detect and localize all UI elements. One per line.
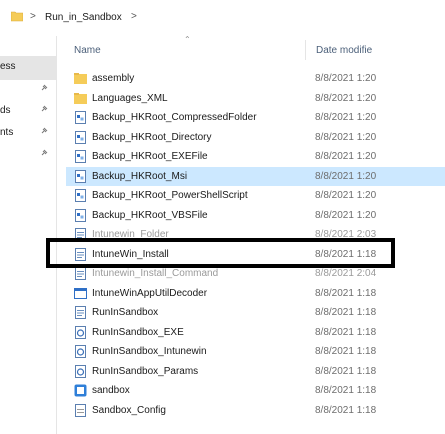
registry-file-icon — [75, 169, 86, 183]
file-date-modified: 8/8/2021 1:20 — [315, 131, 377, 143]
file-row[interactable]: Backup_HKRoot_PowerShellScript 8/8/2021 1… — [66, 186, 445, 205]
pin-icon — [41, 149, 48, 156]
pin-icon — [41, 105, 48, 112]
breadcrumb-run-in-sandbox[interactable]: Run_in_Sandbox — [45, 12, 122, 23]
nav-item-quick-access[interactable]: ess — [0, 61, 16, 72]
nav-item-downloads[interactable]: ds — [0, 105, 11, 116]
file-date-modified: 8/8/2021 1:18 — [315, 385, 377, 396]
file-date-modified: 8/8/2021 1:20 — [315, 209, 377, 221]
registry-file-icon — [75, 150, 86, 163]
file-date-modified: 8/8/2021 1:18 — [315, 346, 377, 357]
pin-icon — [41, 127, 48, 134]
file-date-modified: 8/8/2021 1:20 — [315, 92, 377, 104]
file-row[interactable]: Backup_HKRoot_VBSFile 8/8/2021 1:20 — [66, 206, 445, 225]
file-name: sandbox — [92, 385, 130, 396]
registry-file-icon — [75, 208, 86, 222]
file-row[interactable]: IntuneWinAppUtilDecoder 8/8/2021 1:18 — [66, 284, 445, 303]
file-name: Backup_HKRoot_EXEFile — [92, 151, 208, 162]
script-file-icon — [75, 267, 86, 280]
file-row[interactable]: RunInSandbox_Params 8/8/2021 1:18 — [66, 362, 445, 381]
file-name: Backup_HKRoot_PowerShellScript — [92, 190, 248, 201]
file-date-modified: 8/8/2021 1:20 — [315, 112, 377, 123]
registry-file-icon — [75, 189, 86, 202]
file-name: Backup_HKRoot_Directory — [92, 131, 212, 143]
powershell-file-icon — [75, 345, 86, 358]
file-row[interactable]: Backup_HKRoot_CompressedFolder 8/8/2021 1… — [66, 108, 445, 127]
file-date-modified: 8/8/2021 1:18 — [315, 404, 377, 416]
file-row[interactable]: RunInSandbox_Intunewin 8/8/2021 1:18 — [66, 342, 445, 361]
registry-file-icon — [75, 111, 86, 124]
folder-icon — [74, 92, 87, 104]
file-name: RunInSandbox_Params — [92, 365, 199, 377]
file-name: RunInSandbox_EXE — [92, 326, 184, 338]
nav-item-documents[interactable]: nts — [0, 127, 13, 138]
file-date-modified: 8/8/2021 1:20 — [315, 73, 377, 84]
file-name: Backup_HKRoot_CompressedFolder — [92, 112, 257, 123]
file-name: RunInSandbox_Intunewin — [92, 346, 207, 357]
file-date-modified: 8/8/2021 1:20 — [315, 151, 377, 162]
file-row[interactable]: Sandbox_Config 8/8/2021 1:18 — [66, 401, 445, 420]
address-bar[interactable]: > Run_in_Sandbox > — [0, 0, 445, 36]
column-header-date-modified[interactable]: Date modifie — [316, 45, 372, 56]
file-row[interactable]: RunInSandbox_EXE 8/8/2021 1:18 — [66, 323, 445, 342]
file-name: Intunewin_Install_Command — [92, 268, 219, 279]
file-name: Languages_XML — [92, 92, 168, 104]
file-name: RunInSandbox — [92, 307, 159, 318]
file-name: IntuneWinAppUtilDecoder — [92, 287, 208, 299]
chevron-right-icon[interactable]: > — [131, 11, 137, 22]
folder-icon — [74, 73, 87, 84]
file-name: Sandbox_Config — [92, 404, 166, 416]
file-date-modified: 8/8/2021 2:04 — [315, 268, 377, 279]
config-file-icon — [75, 403, 86, 417]
script-file-icon — [75, 306, 86, 319]
file-row[interactable]: sandbox 8/8/2021 1:18 — [66, 381, 445, 400]
file-row[interactable]: RunInSandbox 8/8/2021 1:18 — [66, 303, 445, 322]
file-date-modified: 8/8/2021 1:18 — [315, 287, 377, 299]
powershell-file-icon — [75, 325, 86, 339]
powershell-file-icon — [75, 364, 86, 378]
navigation-pane: ess ds nts — [0, 36, 57, 434]
sort-ascending-icon[interactable]: ⌃ — [184, 35, 191, 44]
file-row[interactable]: Backup_HKRoot_Directory 8/8/2021 1:20 — [66, 128, 445, 147]
sandbox-icon — [74, 384, 87, 397]
file-date-modified: 8/8/2021 1:18 — [315, 365, 377, 377]
file-date-modified: 8/8/2021 1:20 — [315, 190, 377, 201]
pin-icon — [41, 84, 48, 91]
column-header-name[interactable]: Name — [74, 45, 101, 56]
file-name: assembly — [92, 73, 135, 84]
file-name: Backup_HKRoot_Msi — [92, 170, 188, 182]
chevron-right-icon[interactable]: > — [30, 11, 36, 22]
application-icon — [74, 287, 87, 299]
file-row[interactable]: assembly 8/8/2021 1:20 — [66, 69, 445, 88]
file-date-modified: 8/8/2021 1:18 — [315, 326, 377, 338]
registry-file-icon — [75, 130, 86, 144]
folder-icon — [11, 11, 23, 22]
file-name: Backup_HKRoot_VBSFile — [92, 209, 208, 221]
file-date-modified: 8/8/2021 1:20 — [315, 170, 377, 182]
file-row[interactable]: Backup_HKRoot_Msi 8/8/2021 1:20 — [66, 166, 445, 186]
highlight-box — [46, 238, 395, 268]
file-row[interactable]: Backup_HKRoot_EXEFile 8/8/2021 1:20 — [66, 147, 445, 166]
file-date-modified: 8/8/2021 1:18 — [315, 307, 377, 318]
file-row[interactable]: Languages_XML 8/8/2021 1:20 — [66, 89, 445, 108]
column-divider[interactable] — [305, 40, 306, 60]
